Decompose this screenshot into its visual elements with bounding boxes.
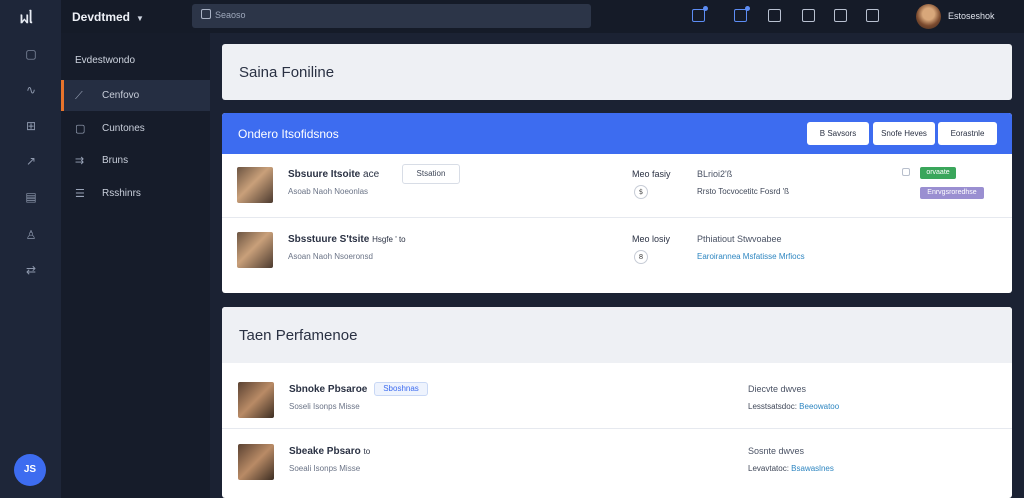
saved-button[interactable]: B Savsors	[807, 122, 869, 145]
nav-heading: Evdestwondo	[75, 55, 136, 66]
row-detail: Rrsto Tocvocetitc Fosrd 'ß	[697, 187, 790, 196]
status-badge: orvaate	[920, 167, 956, 179]
main-content: Saina Foniline Ondero Itsofidsnos B Savs…	[210, 33, 1024, 498]
table-row[interactable]: Sbsstuure S'tsite Hsgfe ' to Asoan Naoh …	[222, 219, 1012, 283]
card-icon: ▢	[75, 122, 86, 135]
trend-icon[interactable]: ↗	[22, 153, 40, 169]
square-icon[interactable]: ▢	[22, 46, 40, 62]
row-name: Sbsuure Itsoite ace	[288, 169, 380, 180]
user-avatar[interactable]	[916, 4, 941, 29]
chevron-down-icon: ▼	[136, 14, 144, 23]
sidebar-item-label: Cuntones	[102, 123, 145, 134]
search-placeholder: Seaoso	[215, 10, 246, 20]
user-fab-button[interactable]: JS	[14, 454, 46, 486]
row-category: Meo losiy	[632, 234, 671, 244]
member-stat: Sosnte dwves	[748, 446, 805, 456]
chart-line-icon: ⟋	[75, 89, 83, 102]
row-subtitle: Asoab Naoh Noeonlas	[288, 187, 369, 196]
page-title-card: Saina Foniline	[222, 44, 1012, 100]
search-input[interactable]: Seaoso	[192, 4, 591, 28]
list-icon: ☰	[75, 187, 85, 200]
share-views-button[interactable]: Snofe Heves	[873, 122, 935, 145]
orders-card: Ondero Itsofidsnos B Savsors Snofe Heves…	[222, 113, 1012, 293]
sidebar-item-brands[interactable]: ⇉ Bruns	[61, 145, 210, 176]
search-icon	[201, 9, 211, 19]
avatar	[238, 444, 274, 480]
avatar	[238, 382, 274, 418]
row-checkbox[interactable]	[902, 168, 910, 176]
sidebar-item-customers[interactable]: ▢ Cuntones	[61, 113, 210, 144]
list-item[interactable]: Sbeake Pbsaro to Soeali Isonps Misse Sos…	[222, 431, 1012, 491]
tag-icon[interactable]: 8	[634, 250, 648, 264]
status-tag: Stsation	[402, 164, 460, 184]
calendar-top-icon[interactable]	[768, 9, 781, 22]
user-icon[interactable]: ♙	[22, 227, 40, 243]
orders-title: Ondero Itsofidsnos	[238, 127, 339, 141]
page-title: Saina Foniline	[239, 64, 335, 81]
export-button[interactable]: Eorastnle	[938, 122, 997, 145]
shuffle-icon: ⇉	[75, 154, 85, 167]
app-logo[interactable]: ᥕᥣ	[20, 9, 33, 27]
sidebar-item-label: Rsshinrs	[102, 188, 141, 199]
row-reference: BLrioi2'ß	[697, 169, 733, 179]
brand-name: Devdtmed	[72, 10, 131, 24]
grid-icon[interactable]: ⊞	[22, 118, 40, 134]
member-name: Sbnoke Pbsaroe	[289, 384, 368, 395]
team-performance-card: Taen Perfamenoe Sbnoke Pbsaroe Sboshnas …	[222, 307, 1012, 498]
notification-icon[interactable]	[692, 6, 708, 22]
orders-header: Ondero Itsofidsnos B Savsors Snofe Heves…	[222, 113, 1012, 154]
performance-title: Taen Perfamenoe	[239, 327, 358, 344]
row-subtitle: Asoan Naoh Nsoeronsd	[288, 252, 373, 261]
role-tag: Sboshnas	[374, 382, 428, 396]
member-subtitle: Soseli Isonps Misse	[289, 402, 360, 411]
member-stat: Diecvte dwves	[748, 384, 807, 394]
workspace-switcher[interactable]: Devdtmed ▼	[72, 10, 144, 24]
sidebar-nav: Evdestwondo ⟋ Cenfovo ▢ Cuntones ⇉ Bruns…	[61, 33, 210, 498]
user-name[interactable]: Estoseshok	[948, 11, 995, 21]
row-reference: Pthiatiout Stwvoabee	[697, 234, 782, 244]
row-category: Meo fasiy	[632, 169, 671, 179]
sidebar-item-label: Bruns	[102, 155, 129, 166]
icon-rail: ᥕᥣ ▢ ∿ ⊞ ↗ ▤ ♙ ⇄ JS	[0, 0, 61, 498]
list-item[interactable]: Sbnoke Pbsaroe Sboshnas Soseli Isonps Mi…	[222, 369, 1012, 429]
share-icon[interactable]: ⇄	[22, 262, 40, 278]
avatar	[237, 167, 273, 203]
chart-icon[interactable]: ∿	[22, 82, 40, 98]
performance-header: Taen Perfamenoe	[222, 307, 1012, 363]
member-status: Levavtatoc: Bsawaslnes	[748, 464, 834, 473]
member-status: Lesstsatsdoc: Beeowatoo	[748, 402, 840, 411]
dollar-icon[interactable]: $	[634, 185, 648, 199]
calendar-icon[interactable]: ▤	[22, 189, 40, 205]
row-name: Sbsstuure S'tsite Hsgfe ' to	[288, 234, 406, 245]
row-detail-link[interactable]: Earoirannea Msfatisse Mrfiocs	[697, 252, 805, 261]
sidebar-item-reports[interactable]: ☰ Rsshinrs	[61, 178, 210, 209]
settings-icon[interactable]	[834, 9, 847, 22]
message-icon[interactable]	[734, 6, 750, 22]
member-name: Sbeake Pbsaro to	[289, 446, 371, 457]
top-bar: Devdtmed ▼ Seaoso Estoseshok	[61, 0, 1024, 33]
help-icon[interactable]	[866, 9, 879, 22]
sidebar-item-overview[interactable]: ⟋ Cenfovo	[61, 80, 210, 111]
member-subtitle: Soeali Isonps Misse	[289, 464, 361, 473]
table-row[interactable]: Sbsuure Itsoite ace Stsation Asoab Naoh …	[222, 154, 1012, 218]
list-top-icon[interactable]	[802, 9, 815, 22]
avatar	[237, 232, 273, 268]
status-badge: Enrvgsroredhse	[920, 187, 984, 199]
sidebar-item-label: Cenfovo	[102, 90, 140, 101]
